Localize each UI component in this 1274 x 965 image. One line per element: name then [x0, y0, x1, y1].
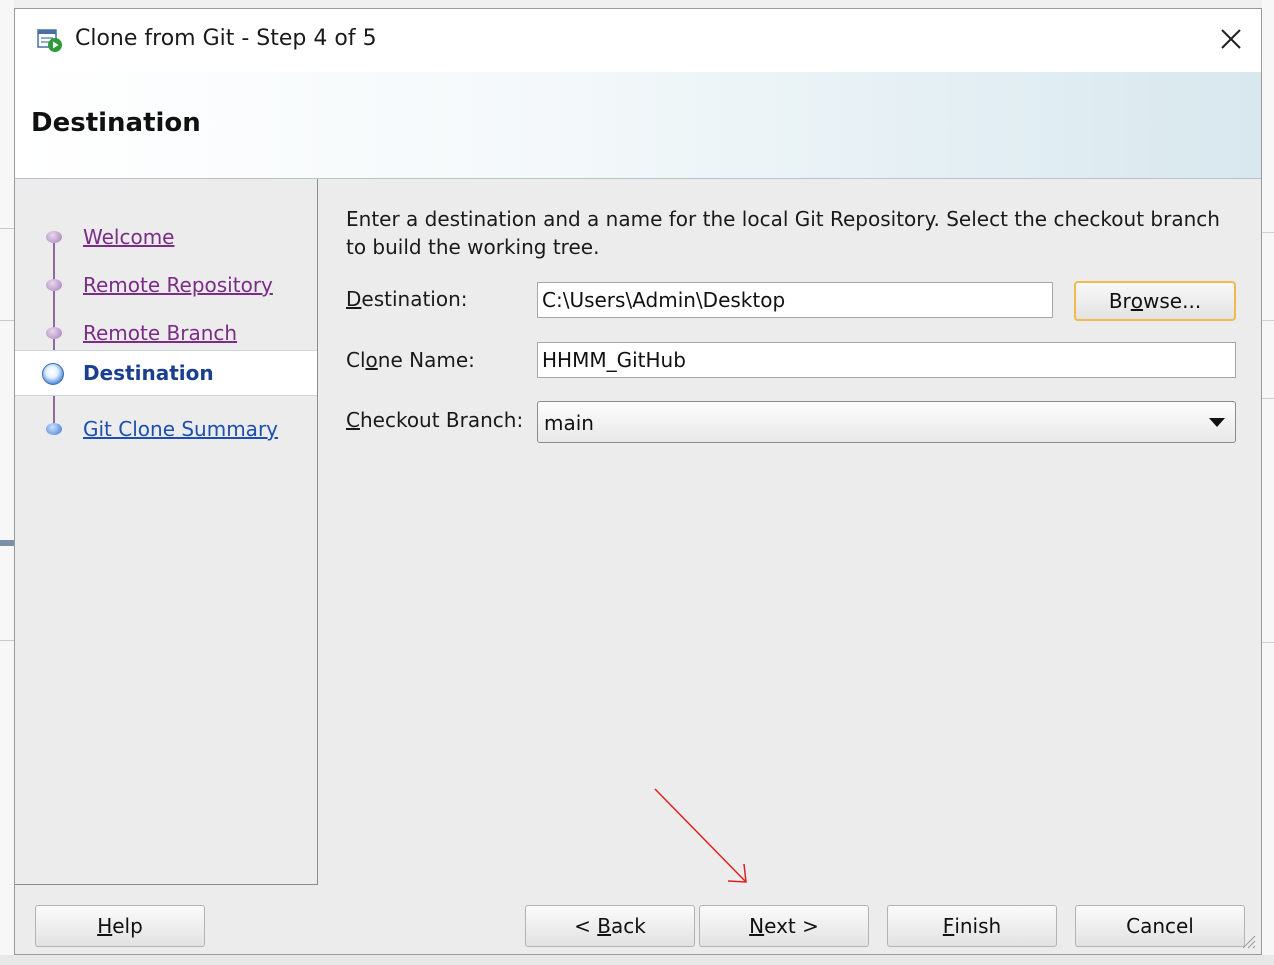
- next-button[interactable]: Next >: [699, 905, 869, 947]
- title-bar: Clone from Git - Step 4 of 5: [15, 9, 1261, 72]
- step-visited-icon: [46, 279, 62, 291]
- selected-branch-value: main: [544, 411, 594, 435]
- background-app-bottom-edge: [0, 955, 1274, 965]
- step-remote-branch[interactable]: Remote Branch: [15, 311, 317, 355]
- page-title: Destination: [31, 108, 201, 138]
- git-clone-icon: [37, 29, 62, 52]
- step-visited-icon: [46, 327, 62, 339]
- close-icon: [1221, 29, 1241, 49]
- step-git-clone-summary[interactable]: Git Clone Summary: [15, 407, 317, 451]
- wizard-header: Destination: [15, 72, 1261, 179]
- resize-grip-icon[interactable]: [1237, 930, 1257, 950]
- dropdown-arrow-icon: [1209, 418, 1225, 427]
- step-label: Destination: [83, 361, 214, 385]
- step-label[interactable]: Git Clone Summary: [83, 417, 278, 441]
- step-visited-icon: [46, 231, 62, 243]
- step-remote-repository[interactable]: Remote Repository: [15, 263, 317, 307]
- window-title: Clone from Git - Step 4 of 5: [75, 26, 377, 51]
- checkout-branch-select[interactable]: main: [537, 401, 1236, 443]
- step-label[interactable]: Remote Branch: [83, 321, 237, 345]
- destination-input[interactable]: [537, 282, 1053, 318]
- destination-label: Destination:: [346, 287, 468, 311]
- help-button[interactable]: Help: [35, 905, 205, 947]
- background-app-right-edge: [1262, 0, 1274, 965]
- step-label[interactable]: Welcome: [83, 225, 174, 249]
- checkout-branch-label: Checkout Branch:: [346, 408, 524, 432]
- background-app-left-edge: [0, 0, 14, 965]
- clone-name-input[interactable]: [537, 342, 1236, 378]
- step-pending-icon: [46, 423, 62, 435]
- step-destination: Destination: [15, 350, 317, 396]
- back-button[interactable]: < Back: [525, 905, 695, 947]
- finish-button[interactable]: Finish: [887, 905, 1057, 947]
- step-welcome[interactable]: Welcome: [15, 215, 317, 259]
- close-button[interactable]: [1211, 19, 1251, 59]
- step-label[interactable]: Remote Repository: [83, 273, 273, 297]
- wizard-steps-sidebar: Welcome Remote Repository Remote Branch …: [15, 179, 318, 885]
- wizard-content: Enter a destination and a name for the l…: [318, 179, 1261, 884]
- clone-from-git-dialog: Clone from Git - Step 4 of 5 Destination…: [14, 8, 1262, 955]
- browse-button[interactable]: Br o wse...: [1074, 281, 1236, 321]
- step-current-icon: [42, 363, 64, 385]
- cancel-button[interactable]: Cancel: [1075, 905, 1245, 947]
- clone-name-label: Clone Name:: [346, 348, 475, 372]
- instructions-text: Enter a destination and a name for the l…: [346, 207, 1220, 259]
